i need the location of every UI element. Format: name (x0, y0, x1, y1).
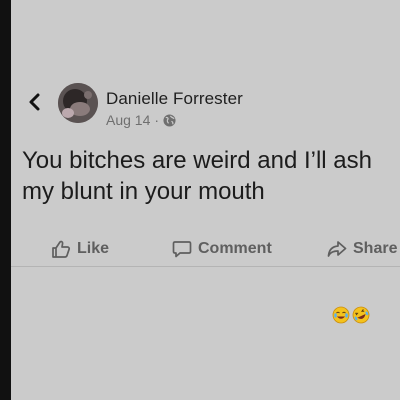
share-arrow-icon (327, 241, 347, 257)
reaction-emojis (332, 306, 370, 326)
back-button[interactable] (25, 92, 45, 112)
post-date[interactable]: Aug 14 (106, 112, 150, 128)
post-meta: Aug 14 · (106, 111, 176, 129)
comment-button[interactable]: Comment (172, 238, 272, 260)
speech-bubble-icon (172, 241, 192, 258)
comment-label: Comment (198, 240, 272, 257)
post-action-bar: Like Comment Share (11, 230, 400, 268)
like-label: Like (77, 240, 110, 257)
share-button[interactable]: Share (327, 238, 397, 260)
rolling-on-floor-laughing-emoji (352, 306, 370, 324)
action-bar-divider (11, 266, 400, 267)
chevron-left-icon (29, 93, 40, 111)
author-name[interactable]: Danielle Forrester (106, 89, 243, 109)
thumbs-up-icon (52, 240, 71, 258)
crying-laughing-face-emoji (332, 306, 350, 324)
like-button[interactable]: Like (51, 238, 109, 260)
avatar[interactable] (58, 83, 98, 123)
screen-edge-bar (0, 0, 11, 400)
share-label: Share (353, 240, 398, 257)
post-text: You bitches are weird and I’ll ash my bl… (22, 147, 372, 205)
meta-separator: · (154, 112, 160, 128)
globe-icon (163, 113, 176, 127)
avatar-image (58, 83, 98, 123)
